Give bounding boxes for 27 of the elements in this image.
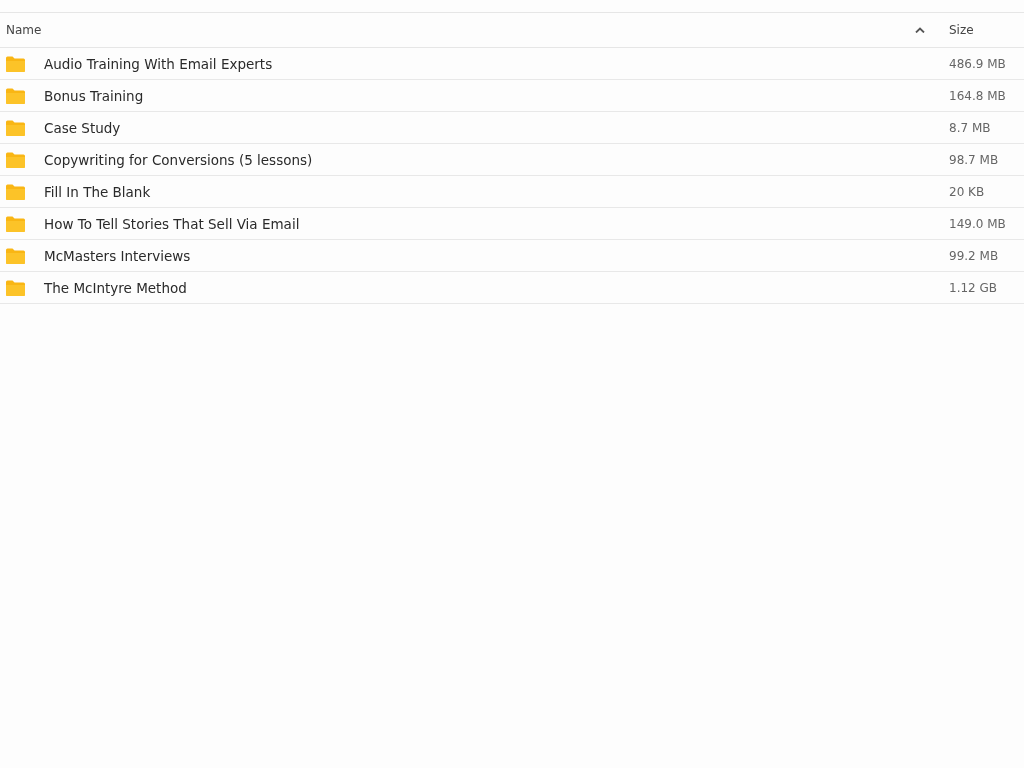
folder-icon [6,215,25,232]
file-size: 164.8 MB [949,88,1007,103]
column-header[interactable]: Size [949,23,1024,37]
folder-icon [6,55,25,72]
folder-name[interactable]: Case Study [44,119,949,136]
file-size: 486.9 MB [949,56,1007,71]
folder-name[interactable]: Bonus Training [44,87,949,104]
folder-icon [6,87,25,104]
file-size: 99.2 MB [949,248,1000,263]
folder-icon [6,183,25,200]
folder-name[interactable]: Copywriting for Conversions (5 lessons) [44,151,949,168]
folder-icon [6,151,25,168]
sort-caret-icon[interactable] [915,27,925,33]
folder-name[interactable]: The McIntyre Method [44,279,949,296]
column-header[interactable]: Name [0,23,915,37]
folder-name[interactable]: Audio Training With Email Experts [44,55,949,72]
folder-icon [6,247,25,264]
file-size: 8.7 MB [949,120,992,135]
file-size: 20 KB [949,184,986,199]
folder-name[interactable]: McMasters Interviews [44,247,949,264]
file-size: 98.7 MB [949,152,1000,167]
folder-name[interactable]: How To Tell Stories That Sell Via Email [44,215,949,232]
folder-name[interactable]: Fill In The Blank [44,183,949,200]
file-size: 1.12 GB [949,280,999,295]
file-size: 149.0 MB [949,216,1007,231]
folder-icon [6,279,25,296]
folder-icon [6,119,25,136]
